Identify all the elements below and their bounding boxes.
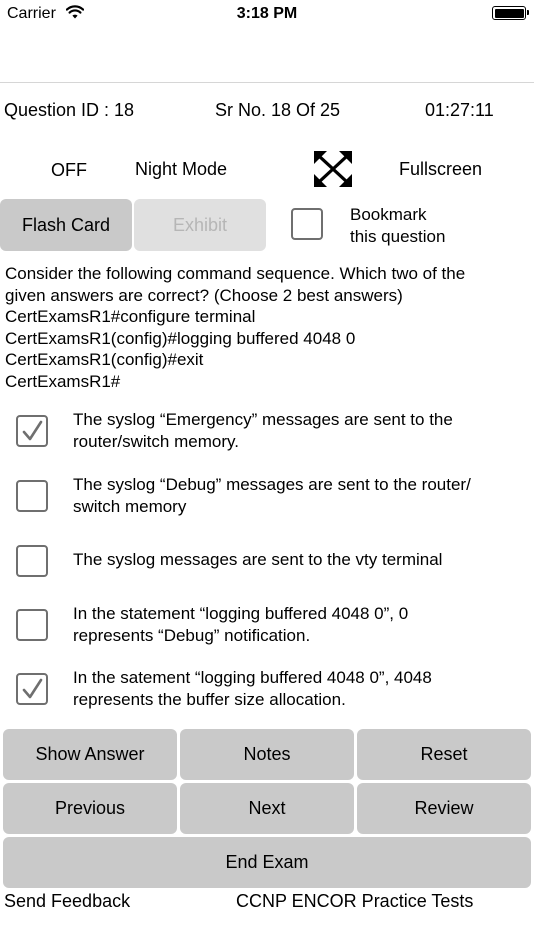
- question-line: Consider the following command sequence.…: [5, 264, 466, 283]
- exhibit-button[interactable]: Exhibit: [134, 199, 266, 251]
- answer-text-4: In the statement “logging buffered 4048 …: [73, 603, 528, 646]
- question-id: Question ID : 18: [4, 100, 135, 120]
- review-button[interactable]: Review: [357, 783, 531, 834]
- answer-line: represents “Debug” notification.: [73, 625, 311, 645]
- question-line: CertExamsR1#configure terminal: [5, 307, 256, 326]
- status-time: 3:18 PM: [236, 5, 298, 22]
- show-answer-button[interactable]: Show Answer: [3, 729, 177, 780]
- answer-line: The syslog “Emergency” messages are sent…: [73, 410, 453, 429]
- answer-line: router/switch memory.: [73, 431, 239, 451]
- battery-icon: [492, 6, 529, 20]
- app-name: CCNP ENCOR Practice Tests: [236, 891, 474, 911]
- send-feedback-link[interactable]: Send Feedback: [4, 891, 130, 912]
- answer-text-1: The syslog “Emergency” messages are sent…: [73, 409, 528, 452]
- end-exam-button[interactable]: End Exam: [3, 837, 531, 888]
- question-line: CertExamsR1(config)#exit: [5, 350, 204, 369]
- answer-text-2: The syslog “Debug” messages are sent to …: [73, 474, 528, 517]
- question-line: given answers are correct? (Choose 2 bes…: [5, 285, 403, 305]
- answer-line: The syslog messages are sent to the vty …: [73, 550, 443, 569]
- night-mode-label: Night Mode: [135, 159, 228, 179]
- bookmark-label-line2: this question: [350, 227, 446, 246]
- question-info-row: Question ID : 18 Sr No. 18 Of 25 01:27:1…: [0, 100, 534, 124]
- question-text: Consider the following command sequence.…: [5, 263, 530, 392]
- answer-line: switch memory: [73, 496, 187, 516]
- answer-checkbox-3[interactable]: [16, 545, 48, 577]
- answer-line: In the satement “logging buffered 4048 0…: [73, 668, 432, 687]
- notes-button[interactable]: Notes: [180, 729, 354, 780]
- nav-divider: [0, 82, 534, 83]
- checkmark-icon: [22, 420, 43, 441]
- status-bar: Carrier 3:18 PM: [0, 0, 534, 28]
- question-line: CertExamsR1#: [5, 371, 121, 391]
- checkmark-icon: [22, 678, 43, 699]
- bookmark-checkbox[interactable]: [291, 208, 323, 240]
- exam-timer: 01:27:11: [425, 100, 494, 120]
- reset-button[interactable]: Reset: [357, 729, 531, 780]
- bookmark-label: Bookmark this question: [350, 204, 445, 248]
- fullscreen-icon[interactable]: [313, 150, 353, 188]
- fullscreen-label: Fullscreen: [399, 159, 483, 179]
- answer-text-3: The syslog messages are sent to the vty …: [73, 549, 528, 571]
- mode-row: OFF Night Mode Fullscreen: [0, 150, 534, 190]
- answer-checkbox-4[interactable]: [16, 609, 48, 641]
- night-mode-toggle[interactable]: OFF: [51, 160, 87, 181]
- answer-checkbox-5[interactable]: [16, 673, 48, 705]
- answer-text-5: In the satement “logging buffered 4048 0…: [73, 667, 528, 710]
- answer-line: In the statement “logging buffered 4048 …: [73, 604, 409, 623]
- bookmark-label-line1: Bookmark: [350, 205, 427, 224]
- previous-button[interactable]: Previous: [3, 783, 177, 834]
- question-serial: Sr No. 18 Of 25: [215, 100, 341, 120]
- flash-card-button[interactable]: Flash Card: [0, 199, 132, 251]
- answer-line: The syslog “Debug” messages are sent to …: [73, 475, 471, 494]
- answer-checkbox-2[interactable]: [16, 480, 48, 512]
- next-button[interactable]: Next: [180, 783, 354, 834]
- answer-line: represents the buffer size allocation.: [73, 689, 346, 709]
- answer-checkbox-1[interactable]: [16, 415, 48, 447]
- question-line: CertExamsR1(config)#logging buffered 404…: [5, 328, 356, 348]
